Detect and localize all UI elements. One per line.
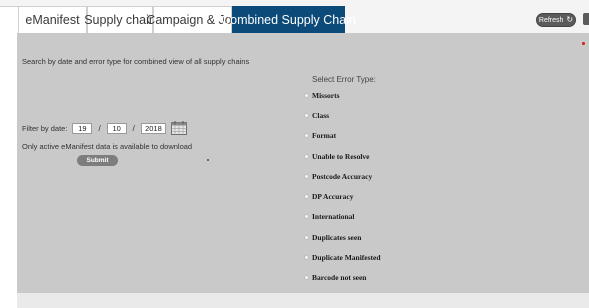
tab-emanifest[interactable]: eManifest bbox=[18, 6, 87, 33]
date-filter-row: Filter by date: 19 / 10 / 2018 bbox=[22, 121, 187, 135]
filter-label: Filter by date: bbox=[22, 123, 68, 133]
refresh-label: Refresh bbox=[538, 16, 564, 24]
radio-icon[interactable] bbox=[304, 112, 309, 118]
radio-icon[interactable] bbox=[304, 173, 309, 179]
error-option-barcode-not-seen[interactable]: Barcode not seen bbox=[304, 272, 366, 282]
error-option-duplicates-seen[interactable]: Duplicates seen bbox=[304, 232, 361, 242]
download-note: Only active eManifest data is available … bbox=[22, 142, 193, 151]
tab-bar: eManifest Supply chain Campaign & Job Co… bbox=[0, 0, 589, 33]
error-option-label: Duplicates seen bbox=[312, 232, 362, 242]
error-option-duplicate-manifested[interactable]: Duplicate Manifested bbox=[304, 252, 381, 262]
tab-bar-edge bbox=[0, 6, 18, 33]
error-option-label: Class bbox=[312, 110, 330, 120]
error-option-class[interactable]: Class bbox=[304, 110, 329, 120]
date-separator: / bbox=[132, 123, 135, 133]
stray-dot bbox=[207, 159, 209, 161]
intro-text: Search by date and error type for combin… bbox=[22, 57, 250, 66]
radio-icon[interactable] bbox=[304, 132, 309, 138]
tab-supply-chain[interactable]: Supply chain bbox=[84, 6, 156, 33]
error-option-label: Unable to Resolve bbox=[312, 151, 370, 161]
error-option-label: Barcode not seen bbox=[312, 272, 367, 282]
error-option-international[interactable]: International bbox=[304, 211, 355, 221]
error-option-dp-accuracy[interactable]: DP Accuracy bbox=[304, 191, 353, 201]
refresh-icon: ↻ bbox=[566, 15, 574, 24]
radio-icon[interactable] bbox=[304, 234, 309, 240]
radio-icon[interactable] bbox=[304, 153, 309, 159]
error-option-label: DP Accuracy bbox=[312, 191, 354, 201]
footer-bar bbox=[17, 293, 589, 308]
radio-icon[interactable] bbox=[304, 254, 309, 260]
error-option-postcode-accuracy[interactable]: Postcode Accuracy bbox=[304, 171, 372, 181]
error-type-title: Select Error Type: bbox=[312, 75, 376, 84]
radio-icon[interactable] bbox=[304, 193, 309, 199]
error-option-label: International bbox=[312, 211, 355, 221]
error-option-unable-to-resolve[interactable]: Unable to Resolve bbox=[304, 151, 370, 161]
date-separator: / bbox=[98, 123, 101, 133]
error-option-label: Format bbox=[312, 130, 337, 140]
error-option-missorts[interactable]: Missorts bbox=[304, 90, 340, 100]
day-input[interactable]: 19 bbox=[72, 122, 93, 134]
print-icon[interactable] bbox=[583, 13, 589, 25]
error-option-label: Duplicate Manifested bbox=[312, 252, 381, 262]
radio-icon[interactable] bbox=[304, 213, 309, 219]
year-input[interactable]: 2018 bbox=[140, 122, 166, 134]
calendar-icon[interactable] bbox=[170, 121, 187, 135]
month-input[interactable]: 10 bbox=[106, 122, 127, 134]
alert-dot bbox=[582, 42, 585, 45]
error-option-label: Missorts bbox=[312, 90, 340, 100]
radio-icon[interactable] bbox=[304, 274, 309, 280]
tab-combined-supply-chain[interactable]: Combined Supply Chain bbox=[221, 6, 356, 33]
error-option-format[interactable]: Format bbox=[304, 130, 336, 140]
error-option-label: Postcode Accuracy bbox=[312, 171, 373, 181]
refresh-button[interactable]: Refresh ↻ bbox=[536, 13, 576, 27]
submit-button[interactable]: Submit bbox=[77, 155, 118, 166]
radio-icon[interactable] bbox=[304, 92, 309, 98]
